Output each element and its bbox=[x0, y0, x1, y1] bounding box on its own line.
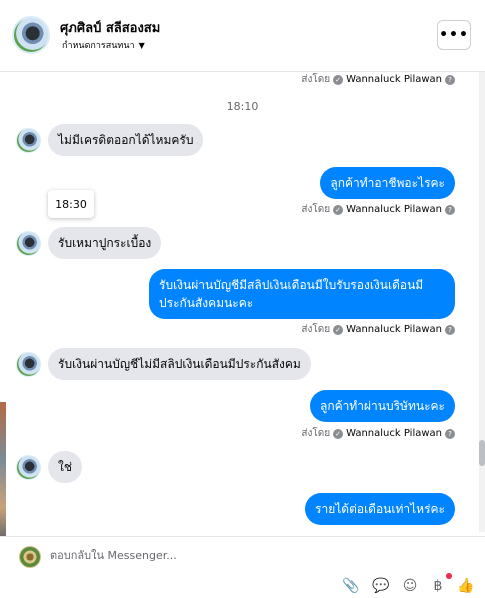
conversation-header: ศุภศิลป์ สลีสองสม กำหนดการสนทนา ▼ ••• bbox=[0, 0, 485, 72]
message-thread[interactable]: ส่งโดย ✓ Wannaluck Pilawan ? 18:10 ไม่มี… bbox=[0, 72, 485, 532]
message-bubble-outgoing[interactable]: ลูกค้าทำอาชีพอะไรคะ bbox=[320, 167, 455, 199]
timestamp-tooltip: 18:30 bbox=[48, 190, 94, 218]
notification-dot bbox=[446, 573, 452, 579]
contact-name[interactable]: ศุภศิลป์ สลีสองสม bbox=[60, 17, 160, 38]
sent-by-label: ส่งโดย ✓ Wannaluck Pilawan ? bbox=[301, 202, 455, 217]
timestamp-divider: 18:10 bbox=[226, 100, 259, 113]
composer-toolbar: 📎 💬 ☺ ฿ 👍 bbox=[340, 577, 480, 597]
info-icon[interactable]: ? bbox=[445, 324, 455, 335]
check-icon: ✓ bbox=[333, 74, 344, 85]
check-icon: ✓ bbox=[333, 324, 344, 335]
info-icon[interactable]: ? bbox=[445, 74, 455, 85]
attachment-icon[interactable]: 📎 bbox=[342, 577, 360, 595]
message-bubble-outgoing[interactable]: ลูกค้าทำผ่านบริษัทนะคะ bbox=[309, 390, 455, 422]
more-options-button[interactable]: ••• bbox=[437, 20, 471, 50]
sender-avatar[interactable] bbox=[16, 128, 41, 153]
like-icon[interactable]: 👍 bbox=[457, 577, 475, 595]
scrollbar-thumb[interactable] bbox=[479, 440, 485, 466]
sender-avatar[interactable] bbox=[16, 231, 41, 256]
reply-input[interactable] bbox=[50, 549, 430, 562]
caret-down-icon: ▼ bbox=[138, 40, 145, 50]
emoji-icon[interactable]: ☺ bbox=[401, 577, 419, 595]
manage-conversation-dropdown[interactable]: กำหนดการสนทนา ▼ bbox=[62, 38, 145, 52]
saved-replies-icon[interactable]: 💬 bbox=[372, 577, 390, 595]
contact-avatar[interactable] bbox=[12, 16, 50, 54]
sent-by-label: ส่งโดย ✓ Wannaluck Pilawan ? bbox=[301, 72, 455, 87]
more-icon: ••• bbox=[439, 27, 469, 43]
info-icon[interactable]: ? bbox=[445, 204, 455, 215]
page-avatar bbox=[19, 546, 41, 568]
sent-by-label: ส่งโดย ✓ Wannaluck Pilawan ? bbox=[301, 322, 455, 337]
sender-avatar[interactable] bbox=[16, 352, 41, 377]
sender-avatar[interactable] bbox=[16, 455, 41, 480]
check-icon: ✓ bbox=[333, 204, 344, 215]
message-bubble-outgoing[interactable]: รับเงินผ่านบัญชีมีสลิปเงินเดือนมีใบรับรอ… bbox=[149, 269, 455, 319]
check-icon: ✓ bbox=[333, 428, 344, 439]
manage-conversation-label: กำหนดการสนทนา bbox=[62, 41, 135, 51]
message-bubble-incoming[interactable]: รับเหมาปูกระเบื้อง bbox=[48, 227, 162, 259]
message-bubble-incoming[interactable]: ใช่ bbox=[48, 451, 83, 483]
sent-by-label: ส่งโดย ✓ Wannaluck Pilawan ? bbox=[301, 426, 455, 441]
info-icon[interactable]: ? bbox=[445, 428, 455, 439]
message-bubble-outgoing[interactable]: รายได้ต่อเดือนเท่าไหร่คะ bbox=[305, 493, 455, 525]
message-bubble-incoming[interactable]: รับเงินผ่านบัญชีไม่มีสลิปเงินเดือนมีประก… bbox=[48, 348, 311, 380]
payment-icon[interactable]: ฿ bbox=[429, 577, 447, 595]
reply-composer: 📎 💬 ☺ ฿ 👍 bbox=[0, 536, 485, 598]
message-bubble-incoming[interactable]: ไม่มีเครดิตออกได้ไหมครับ bbox=[48, 124, 204, 156]
